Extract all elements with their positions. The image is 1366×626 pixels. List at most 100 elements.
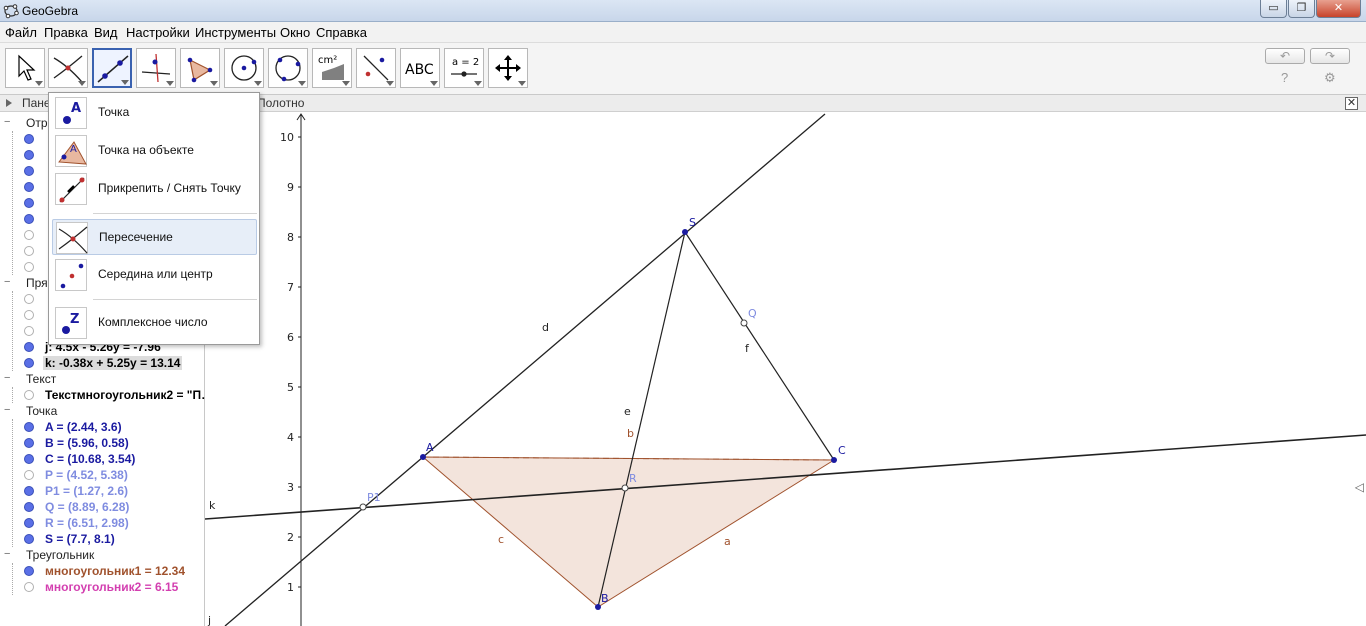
segment-f[interactable]: [684, 231, 835, 461]
intersect-tool-button[interactable]: [48, 48, 88, 88]
visibility-toggle[interactable]: [24, 454, 34, 464]
point-p1[interactable]: [359, 503, 367, 511]
list-item[interactable]: A = (2.44, 3.6): [0, 419, 205, 435]
visibility-toggle[interactable]: [24, 310, 34, 320]
move-arrows-icon: [495, 55, 521, 81]
menu-file[interactable]: Файл: [5, 25, 37, 40]
minimize-button[interactable]: ▭: [1260, 0, 1287, 18]
visibility-toggle[interactable]: [24, 182, 34, 192]
circle-tool-button[interactable]: [224, 48, 264, 88]
point-r[interactable]: [621, 484, 629, 492]
category-text[interactable]: − Текст: [0, 371, 205, 387]
perpendicular-tool-button[interactable]: [136, 48, 176, 88]
visibility-toggle[interactable]: [24, 166, 34, 176]
collapse-icon[interactable]: −: [4, 117, 13, 128]
visibility-toggle[interactable]: [24, 390, 34, 400]
circle-three-points-tool-button[interactable]: [268, 48, 308, 88]
visibility-toggle[interactable]: [24, 486, 34, 496]
list-item[interactable]: многоугольник2 = 6.15: [0, 579, 205, 595]
area-icon: cm²: [318, 55, 344, 80]
dropdown-item-label: Комплексное число: [98, 315, 208, 329]
polygon-tool-button[interactable]: [180, 48, 220, 88]
visibility-toggle[interactable]: [24, 422, 34, 432]
visibility-toggle[interactable]: [24, 294, 34, 304]
graphics-view[interactable]: Полотно ✕ 1 2 3 4 5 6 7 8 9 10 A B C S Q…: [205, 95, 1366, 626]
dropdown-item-label: Пересечение: [99, 230, 173, 244]
visibility-toggle[interactable]: [24, 502, 34, 512]
visibility-toggle[interactable]: [24, 470, 34, 480]
dropdown-item-complex-number[interactable]: Z Комплексное число: [52, 305, 257, 341]
point-a[interactable]: [420, 454, 426, 460]
dropdown-item-point[interactable]: A Точка: [52, 95, 257, 131]
gear-icon[interactable]: ⚙: [1324, 70, 1336, 86]
visibility-toggle[interactable]: [24, 566, 34, 576]
point-value: A = (2.44, 3.6): [45, 420, 122, 434]
help-icon[interactable]: ?: [1281, 70, 1288, 85]
list-item[interactable]: Текстмногоугольник2 = "П…: [0, 387, 213, 403]
area-tool-button[interactable]: cm²: [312, 48, 352, 88]
line-k[interactable]: [205, 434, 1366, 520]
visibility-toggle[interactable]: [24, 134, 34, 144]
dropdown-item-attach-detach[interactable]: Прикрепить / Снять Точку: [52, 171, 257, 207]
slider-tool-button[interactable]: a = 2: [444, 48, 484, 88]
menu-help[interactable]: Справка: [316, 25, 367, 40]
line-tool-button[interactable]: [92, 48, 132, 88]
reflect-tool-button[interactable]: [356, 48, 396, 88]
list-item[interactable]: k: -0.38x + 5.25y = 13.14: [0, 355, 205, 371]
list-item[interactable]: P1 = (1.27, 2.6): [0, 483, 205, 499]
list-item[interactable]: S = (7.7, 8.1): [0, 531, 205, 547]
panel-expand-arrow-icon[interactable]: ◁: [1355, 480, 1364, 494]
text-tool-button[interactable]: ABC: [400, 48, 440, 88]
list-item[interactable]: P = (4.52, 5.38): [0, 467, 205, 483]
visibility-toggle[interactable]: [24, 214, 34, 224]
menu-settings[interactable]: Настройки: [126, 25, 190, 40]
menu-tools[interactable]: Инструменты: [195, 25, 276, 40]
list-item[interactable]: многоугольник1 = 12.34: [0, 563, 205, 579]
point-s[interactable]: [682, 229, 688, 235]
visibility-toggle[interactable]: [24, 358, 34, 368]
undo-button[interactable]: ↶: [1265, 48, 1305, 64]
menu-window[interactable]: Окно: [280, 25, 310, 40]
move-graphics-tool-button[interactable]: [488, 48, 528, 88]
visibility-toggle[interactable]: [24, 518, 34, 528]
restore-button[interactable]: ❐: [1288, 0, 1315, 18]
menu-view[interactable]: Вид: [94, 25, 118, 40]
visibility-toggle[interactable]: [24, 262, 34, 272]
move-tool-button[interactable]: [5, 48, 45, 88]
collapse-icon[interactable]: −: [4, 373, 13, 384]
collapse-icon[interactable]: −: [4, 405, 13, 416]
visibility-toggle[interactable]: [24, 534, 34, 544]
dropdown-item-point-on-object[interactable]: A Точка на объекте: [52, 133, 257, 169]
object-label: k: [209, 499, 216, 512]
list-item[interactable]: C = (10.68, 3.54): [0, 451, 205, 467]
dropdown-item-midpoint[interactable]: Середина или центр: [52, 257, 257, 293]
visibility-toggle[interactable]: [24, 230, 34, 240]
visibility-toggle[interactable]: [24, 246, 34, 256]
visibility-toggle[interactable]: [24, 438, 34, 448]
category-triangle[interactable]: − Треугольник: [0, 547, 205, 563]
visibility-toggle[interactable]: [24, 342, 34, 352]
close-button[interactable]: ✕: [1316, 0, 1361, 18]
list-item[interactable]: Q = (8.89, 6.28): [0, 499, 205, 515]
visibility-toggle[interactable]: [24, 150, 34, 160]
list-item[interactable]: R = (6.51, 2.98): [0, 515, 205, 531]
point-q[interactable]: [740, 319, 748, 327]
redo-button[interactable]: ↷: [1310, 48, 1350, 64]
list-item[interactable]: B = (5.96, 0.58): [0, 435, 205, 451]
toolbar: cm² ABC a = 2 ↶ ↷ ? ⚙: [0, 43, 1366, 95]
drawing-canvas[interactable]: 1 2 3 4 5 6 7 8 9 10 A B C S Q R P1 a b …: [205, 112, 1366, 626]
circle-center-point-icon: [231, 55, 257, 81]
expand-arrow-icon[interactable]: [6, 99, 12, 107]
category-point[interactable]: − Точка: [0, 403, 205, 419]
point-c[interactable]: [831, 457, 837, 463]
close-view-icon[interactable]: ✕: [1345, 97, 1358, 110]
line-j[interactable]: [224, 113, 826, 626]
menu-edit[interactable]: Правка: [44, 25, 88, 40]
collapse-icon[interactable]: −: [4, 277, 13, 288]
text-icon: ABC: [405, 62, 434, 78]
visibility-toggle[interactable]: [24, 198, 34, 208]
collapse-icon[interactable]: −: [4, 549, 13, 560]
visibility-toggle[interactable]: [24, 326, 34, 336]
dropdown-item-intersection[interactable]: Пересечение: [52, 219, 257, 255]
visibility-toggle[interactable]: [24, 582, 34, 592]
